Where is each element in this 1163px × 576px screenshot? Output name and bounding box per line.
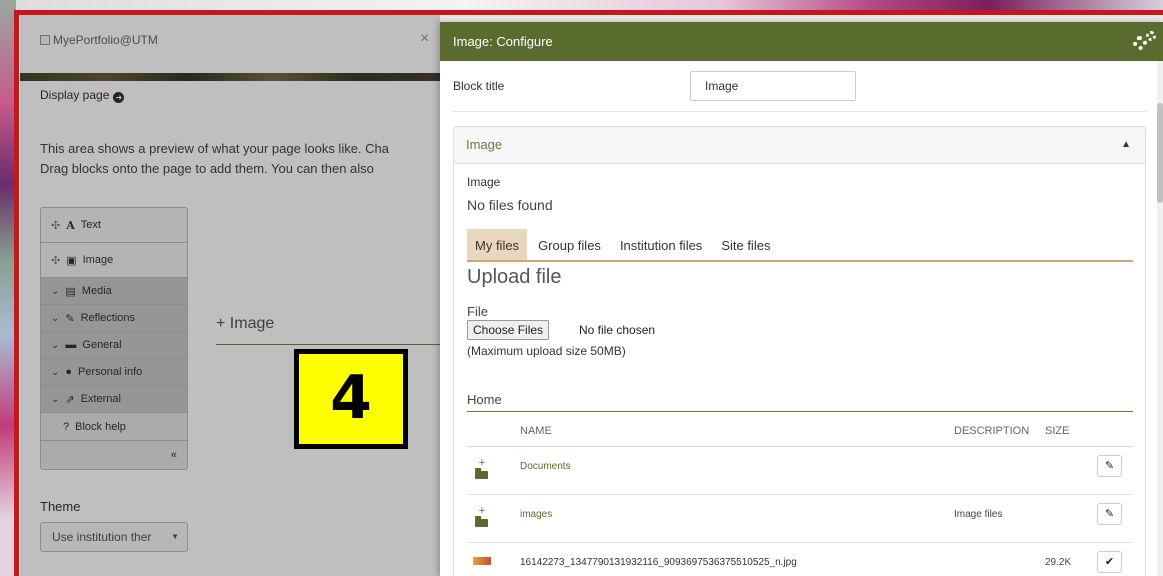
modal-header: Image: Configure bbox=[440, 22, 1163, 61]
tab-site-files[interactable]: Site files bbox=[713, 229, 778, 260]
tab-group-files[interactable]: Group files bbox=[530, 229, 609, 260]
column-name: NAME bbox=[520, 425, 552, 437]
image-field-label: Image bbox=[467, 175, 501, 189]
table-row[interactable]: + Documents ✎ bbox=[467, 447, 1133, 495]
image-thumbnail-icon bbox=[473, 557, 491, 565]
image-panel-header[interactable]: Image ▲ bbox=[454, 127, 1145, 164]
chevron-up-icon[interactable]: ▲ bbox=[1121, 127, 1131, 163]
file-source-tabs: My files Group files Institution files S… bbox=[467, 229, 1133, 262]
row-size: 29.2K bbox=[1045, 557, 1072, 568]
folder-icon: + bbox=[475, 458, 489, 479]
edit-button[interactable]: ✎ bbox=[1097, 503, 1122, 525]
breadcrumb-home[interactable]: Home bbox=[467, 392, 1133, 412]
gears-icon bbox=[1133, 31, 1159, 53]
panel-title: Image bbox=[466, 137, 503, 152]
scrollbar-thumb[interactable] bbox=[1157, 103, 1163, 203]
modal-overlay bbox=[20, 15, 440, 576]
configure-modal: Image: Configure Block title Image ▲ Ima… bbox=[440, 22, 1163, 576]
image-panel: Image ▲ Image No files found My files Gr… bbox=[453, 126, 1146, 576]
background-banner bbox=[0, 0, 1163, 14]
table-header: NAME DESCRIPTION SIZE bbox=[467, 414, 1133, 447]
row-name[interactable]: 16142273_1347790131932116_90936975363755… bbox=[520, 557, 797, 568]
modal-title: Image: Configure bbox=[453, 34, 553, 49]
file-label: File bbox=[467, 304, 488, 319]
annotation-badge: 4 bbox=[294, 349, 408, 449]
scrollbar[interactable] bbox=[1157, 61, 1163, 576]
folder-icon: + bbox=[475, 506, 489, 527]
block-title-label: Block title bbox=[453, 79, 505, 93]
file-table: NAME DESCRIPTION SIZE + Documents ✎ + im… bbox=[467, 414, 1133, 576]
no-file-chosen-text: No file chosen bbox=[579, 323, 656, 337]
upload-file-heading: Upload file bbox=[467, 266, 562, 288]
table-row[interactable]: + images Image files ✎ bbox=[467, 495, 1133, 543]
divider bbox=[453, 111, 1146, 112]
column-description: DESCRIPTION bbox=[954, 425, 1030, 437]
select-check-button[interactable]: ✔ bbox=[1097, 551, 1122, 573]
choose-files-button[interactable]: Choose Files bbox=[467, 320, 550, 340]
max-upload-size-text: (Maximum upload size 50MB) bbox=[467, 344, 626, 358]
tab-my-files[interactable]: My files bbox=[467, 229, 528, 260]
block-title-input[interactable] bbox=[690, 71, 856, 101]
table-row[interactable]: 16142273_1347790131932116_90936975363755… bbox=[467, 543, 1133, 576]
no-files-text: No files found bbox=[467, 197, 553, 213]
tab-institution-files[interactable]: Institution files bbox=[612, 229, 710, 260]
column-size: SIZE bbox=[1045, 425, 1070, 437]
row-name[interactable]: images bbox=[520, 509, 552, 520]
background-left-edge bbox=[0, 0, 16, 576]
row-description: Image files bbox=[954, 509, 1003, 520]
row-name[interactable]: Documents bbox=[520, 461, 571, 472]
edit-button[interactable]: ✎ bbox=[1097, 455, 1122, 477]
